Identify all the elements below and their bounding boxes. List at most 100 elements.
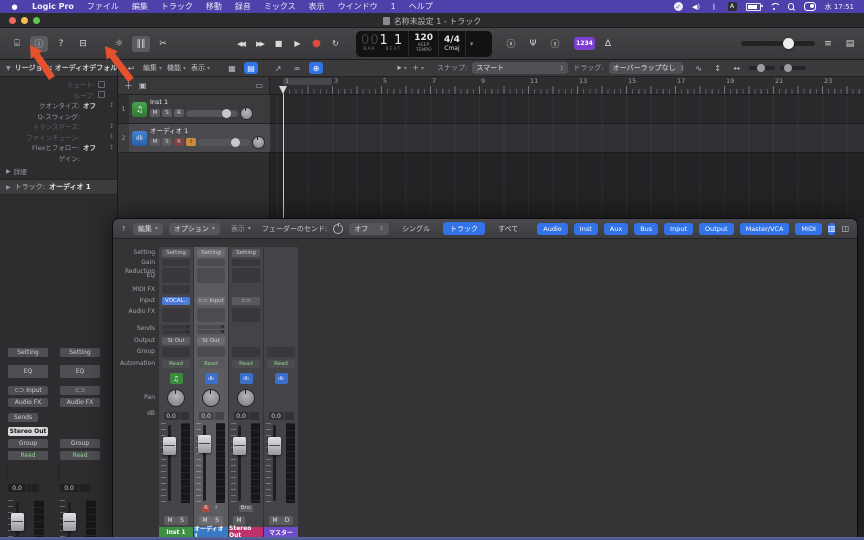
input-button[interactable]: ⊂⊃ Input [8,386,48,395]
audio-fx-slot[interactable] [197,308,225,322]
output-button[interactable]: St Out [197,337,225,345]
filter-inst[interactable]: Inst [574,223,598,235]
filter-bus[interactable]: Bus [634,223,658,235]
power-icon[interactable] [333,224,343,234]
strip-name[interactable]: Stereo Out [229,527,263,537]
play-button[interactable]: ▶ [289,36,306,51]
tracks-lane-area[interactable] [270,95,864,218]
setting-button[interactable]: Setting [232,249,260,257]
rewind-button[interactable]: ◀◀ [232,36,249,51]
region-param-qswing[interactable]: Q-スウィング: [0,111,117,122]
add-track-button[interactable]: ＋ [124,79,133,92]
menu-help[interactable]: ヘルプ [409,1,433,12]
eq-slot[interactable] [197,268,225,283]
eq-button[interactable]: EQ [60,365,100,378]
pan-knob[interactable] [58,462,60,483]
mixer-options-menu[interactable]: オプション▾ [169,223,220,235]
quick-help-button[interactable]: ? [52,36,70,52]
fader-sends-dropdown[interactable]: オフ↕ [349,223,389,235]
toolbar-toggle-button[interactable]: ⊟ [74,36,92,52]
bar-ruler[interactable]: 1 3 5 7 9 11 13 15 17 19 21 23 [270,77,864,95]
up-arrow-icon[interactable]: ↑ [121,225,127,233]
cycle-region[interactable] [283,78,332,85]
track-header-inst1[interactable]: 1 ♫ Inst 1 M S R [118,95,270,124]
waveform-zoom-icon[interactable]: ∿ [692,62,706,74]
menu-view[interactable]: 表示 [309,1,325,12]
track-header-audio1[interactable]: 2 ıllı オーディオ 1 M S R I [118,124,270,153]
vertical-zoom-icon[interactable]: ↕ [711,62,725,74]
control-center-icon[interactable] [804,2,816,11]
region-details-disclosure[interactable]: ▶詳細 [0,163,117,179]
snap-dropdown[interactable]: スマート↕ [472,62,568,74]
record-button[interactable]: ● [308,36,325,51]
audio-fx-slot[interactable] [162,308,190,322]
volume-readout[interactable]: 0.0 [234,412,249,420]
wide-view-icon[interactable]: ◫ [841,223,849,235]
metronome-button[interactable]: Δ [599,36,617,52]
mixer-button[interactable]: ‖‖ [132,36,150,52]
undo-arrow-icon[interactable]: ↩ [124,62,138,74]
volume-readout[interactable]: 0.0 [269,412,284,420]
pan-knob[interactable] [6,462,8,483]
region-param-gain[interactable]: ゲイン: [0,153,117,164]
menu-file[interactable]: ファイル [87,1,119,12]
wifi-icon[interactable] [770,3,779,10]
track-header-options-button[interactable]: ▭ [255,81,263,90]
lcd-chevron-icon[interactable]: ▾ [466,31,478,57]
tracks-edit-menu[interactable]: 編集▾ [143,63,162,73]
group-slot[interactable] [232,347,260,357]
region-param-flex[interactable]: Flexとフォロー:オフ ↕ [0,142,117,153]
record-enable-button[interactable]: R [174,138,184,146]
strip-name[interactable]: オーディオ 1 [194,527,228,537]
region-param-loop[interactable]: ループ: [0,90,117,101]
cycle-button[interactable]: ↻ [327,36,344,51]
volume-fader[interactable] [11,513,24,531]
automation-mode-button[interactable]: Read [60,451,100,460]
apple-menu-icon[interactable]: ● [10,2,19,11]
menu-record[interactable]: 録音 [235,1,251,12]
volume-readout[interactable]: 0.0 [60,484,78,492]
menu-clock[interactable]: 水 17:51 [825,2,854,12]
volume-fader[interactable] [268,437,281,455]
menu-window[interactable]: ウインドウ [338,1,378,12]
send-slots[interactable] [197,325,225,334]
library-button[interactable]: ⌸ [8,36,26,52]
vertical-zoom-slider[interactable] [749,66,775,70]
menu-navigate[interactable]: 移動 [206,1,222,12]
menu-app-name[interactable]: Logic Pro [32,2,74,11]
output-button[interactable]: St Out [162,337,190,345]
track-pan-knob[interactable] [252,136,265,149]
automation-mode-button[interactable]: Read [162,360,190,368]
mixer-edit-menu[interactable]: 編集▾ [133,223,163,235]
bluetooth-icon[interactable]: ᛒ [710,2,719,11]
forward-button[interactable]: ▶▶ [251,36,268,51]
tuner-button[interactable]: Ψ [524,36,542,52]
tracks-view-menu[interactable]: 表示▾ [191,63,210,73]
track-lane-inst1[interactable] [270,95,864,124]
volume-fader[interactable] [233,437,246,455]
region-param-quantize[interactable]: クオンタイズ:オフ ↕ [0,100,117,111]
tracks-functions-menu[interactable]: 機能▾ [167,63,186,73]
mute-button[interactable]: M [150,138,160,146]
region-param-finetune[interactable]: ファインチューン: ↕ [0,132,117,143]
pointer-tool-button[interactable]: ➤▾ [396,64,407,72]
stereo-format-icon[interactable]: ⊂⊃ [198,298,207,304]
automation-mode-button[interactable]: Read [8,451,48,460]
track-pan-knob[interactable] [240,107,253,120]
audio-fx-slot[interactable]: Audio FX [60,398,100,407]
playhead-marker[interactable] [279,86,287,94]
drag-dropdown[interactable]: オーバーラップなし↕ [609,62,683,74]
region-param-mute[interactable]: ミュート: [0,79,117,90]
record-enable-button[interactable]: R [174,109,184,117]
group-slot[interactable] [197,347,225,357]
volume-readout[interactable]: 0.0 [8,484,26,492]
solo-button[interactable]: S [162,109,172,117]
region-param-transpose[interactable]: トランスポーズ: ↕ [0,121,117,132]
battery-icon[interactable] [746,3,761,11]
volume-readout[interactable]: 0.0 [199,412,214,420]
master-volume-knob[interactable] [783,38,794,49]
filter-aux[interactable]: Aux [604,223,628,235]
automation-mode-button[interactable]: Read [267,360,295,368]
track-inspector-header[interactable]: ▶ トラック:オーディオ 1 [0,179,117,195]
input-monitor-button[interactable]: I [212,505,220,512]
